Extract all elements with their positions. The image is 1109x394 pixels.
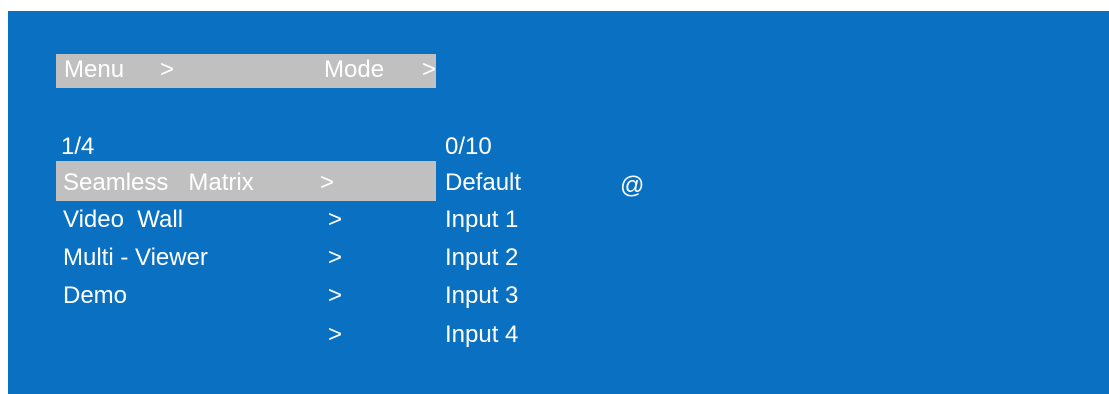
mode-item-label: Input 2 bbox=[445, 244, 519, 271]
mode-item-label: Default bbox=[445, 169, 522, 196]
selected-marker: @ bbox=[620, 172, 645, 199]
mode-title: Mode bbox=[324, 56, 385, 83]
mode-item-label: Input 1 bbox=[445, 206, 519, 233]
mode-title-arrow: > bbox=[422, 56, 437, 83]
submenu-arrow: > bbox=[320, 169, 335, 196]
left-page-indicator: 1/4 bbox=[61, 133, 95, 160]
menu-title: Menu bbox=[64, 56, 125, 83]
menu-item-label: Multi - Viewer bbox=[63, 244, 208, 271]
menu-item-label: Demo bbox=[63, 282, 128, 309]
mode-item-label: Input 3 bbox=[445, 282, 519, 309]
submenu-arrow: > bbox=[328, 244, 343, 271]
menu-title-arrow: > bbox=[160, 56, 175, 83]
submenu-arrow: > bbox=[328, 321, 343, 348]
submenu-arrow: > bbox=[328, 282, 343, 309]
osd-menu-screen: Menu > Mode > 1/4 0/10 Seamless Matrix >… bbox=[8, 11, 1109, 394]
menu-item-label: Seamless Matrix bbox=[63, 169, 254, 196]
mode-item-label: Input 4 bbox=[445, 321, 519, 348]
menu-header-bar: Menu > Mode > bbox=[56, 54, 436, 88]
submenu-arrow: > bbox=[328, 206, 343, 233]
right-page-indicator: 0/10 bbox=[445, 133, 492, 160]
menu-item-label: Video Wall bbox=[63, 206, 184, 233]
